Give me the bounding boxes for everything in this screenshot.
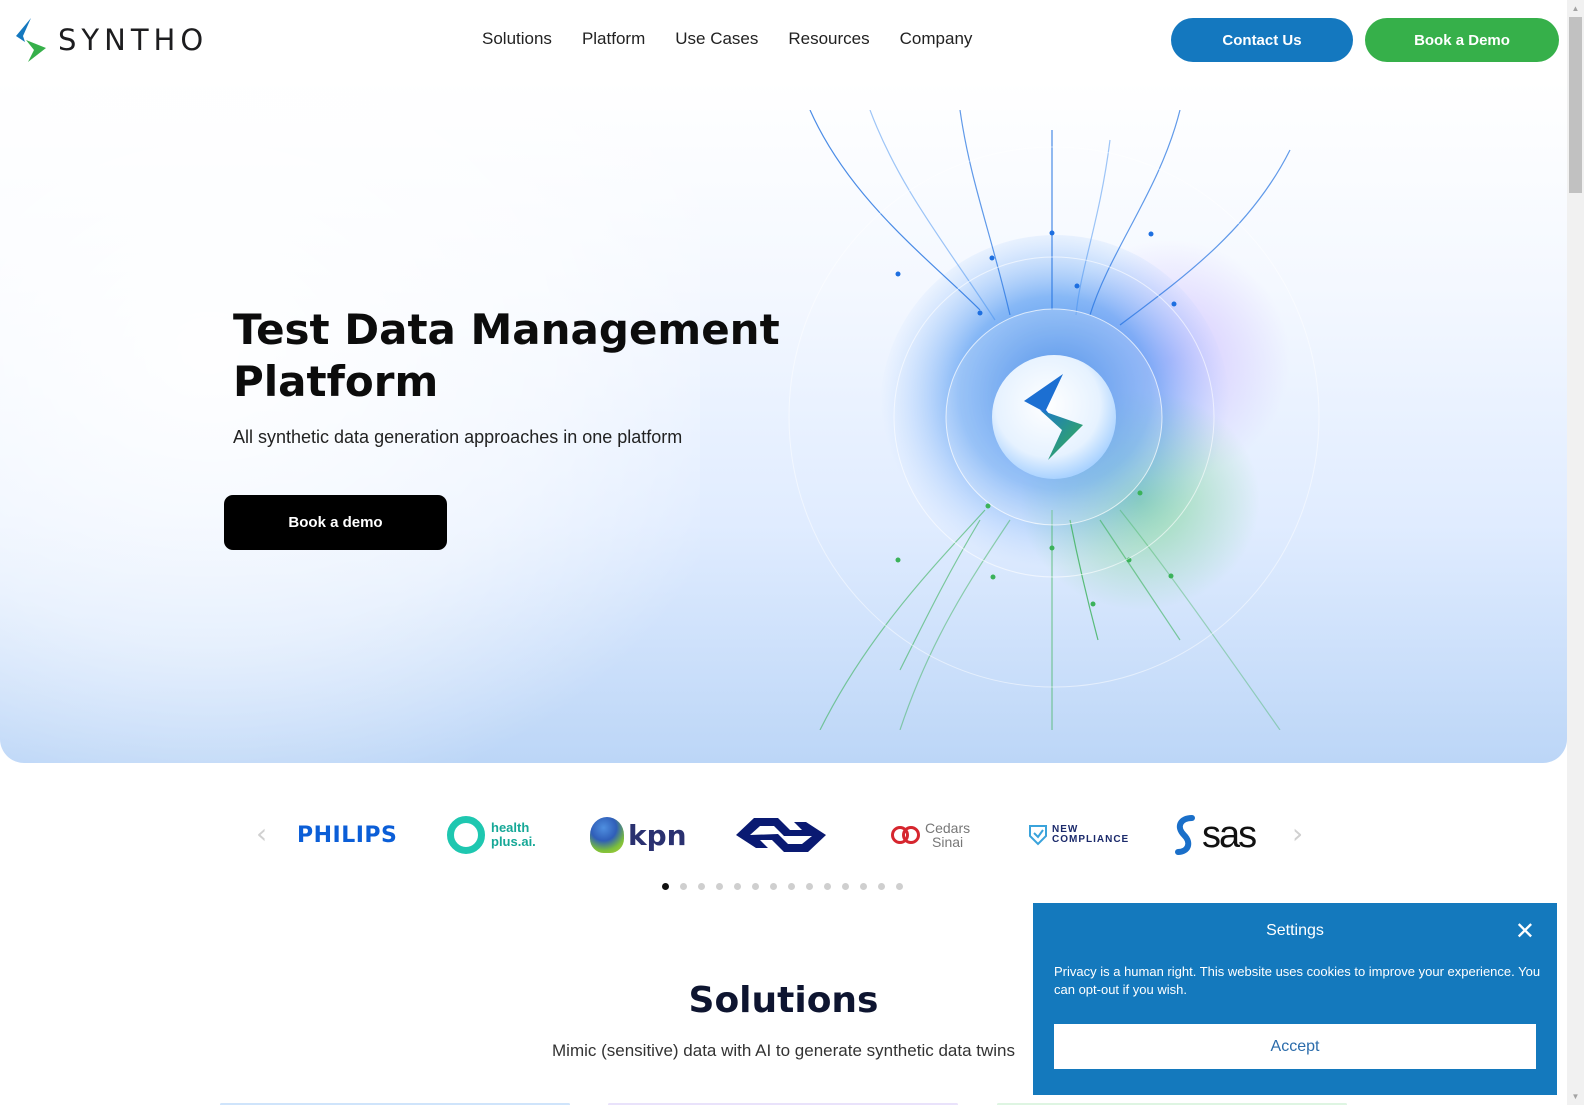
carousel-dot[interactable] — [824, 883, 831, 890]
carousel-pagination — [662, 883, 903, 890]
client-logo-philips[interactable]: PHILIPS — [297, 805, 397, 865]
hero-subtitle: All synthetic data generation approaches… — [233, 427, 683, 447]
carousel-dot[interactable] — [842, 883, 849, 890]
carousel-dot[interactable] — [698, 883, 705, 890]
accept-cookies-button[interactable]: Accept — [1054, 1024, 1536, 1069]
client-logo-healthplus[interactable]: health plus.ai. — [447, 805, 536, 865]
cookie-message: Privacy is a human right. This website u… — [1054, 964, 1541, 997]
cedars-text: Cedars Sinai — [925, 821, 970, 849]
syntho-logo[interactable]: SYNTHO — [14, 16, 208, 64]
carousel-dot[interactable] — [662, 883, 669, 890]
carousel-dot[interactable] — [806, 883, 813, 890]
carousel-dot[interactable] — [788, 883, 795, 890]
healthplus-text: health plus.ai. — [491, 821, 536, 849]
carousel-dot[interactable] — [770, 883, 777, 890]
kpn-wordmark: kpn — [628, 818, 687, 852]
carousel-dot[interactable] — [716, 883, 723, 890]
nav-item-resources[interactable]: Resources — [788, 29, 869, 49]
nav-item-company[interactable]: Company — [900, 29, 973, 49]
kpn-crown-icon — [590, 817, 624, 853]
carousel-dot[interactable] — [752, 883, 759, 890]
cedars-line2: Sinai — [932, 834, 964, 850]
new-compliance-line2: COMPLIANCE — [1052, 834, 1130, 845]
contact-us-button[interactable]: Contact Us — [1171, 18, 1353, 62]
nav-item-platform[interactable]: Platform — [582, 29, 645, 49]
carousel-next-button[interactable]: › — [1292, 817, 1303, 850]
nav-item-solutions[interactable]: Solutions — [482, 29, 552, 49]
client-logo-new-compliance[interactable]: NEW COMPLIANCE — [1028, 805, 1129, 865]
carousel-dot[interactable] — [860, 883, 867, 890]
carousel-dot[interactable] — [896, 883, 903, 890]
hero-title: Test Data Management Platform — [233, 305, 780, 406]
cookie-title: Settings — [1266, 922, 1324, 939]
nav-item-use-cases[interactable]: Use Cases — [675, 29, 758, 49]
client-logo-cedars-sinai[interactable]: Cedars Sinai — [891, 805, 970, 865]
syntho-mark-icon — [16, 18, 46, 62]
scroll-up-arrow-icon[interactable]: ▲ — [1567, 0, 1584, 17]
cookie-settings-panel: Settings ✕ Privacy is a human right. Thi… — [1033, 903, 1557, 1095]
page-scrollbar[interactable]: ▲ ▼ — [1567, 0, 1584, 1105]
healthplus-line2: plus.ai. — [491, 834, 536, 849]
hero-section: Test Data Management Platform All synthe… — [0, 80, 1567, 763]
healthplus-line1: health — [491, 820, 530, 835]
carousel-dot[interactable] — [878, 883, 885, 890]
close-icon[interactable]: ✕ — [1515, 917, 1535, 945]
client-logo-sas[interactable]: sas — [1172, 805, 1257, 865]
new-compliance-text: NEW COMPLIANCE — [1052, 825, 1129, 845]
carousel-prev-button[interactable]: ‹ — [256, 817, 267, 850]
main-nav: Solutions Platform Use Cases Resources C… — [482, 29, 1002, 49]
scrollbar-thumb[interactable] — [1569, 17, 1582, 193]
carousel-dot[interactable] — [734, 883, 741, 890]
book-demo-button[interactable]: Book a Demo — [1365, 18, 1559, 62]
sas-wordmark: sas — [1202, 814, 1257, 856]
ns-logo-icon — [736, 818, 826, 852]
hero-book-demo-button[interactable]: Book a demo — [224, 495, 447, 550]
philips-wordmark: PHILIPS — [297, 822, 398, 848]
logo-wordmark: SYNTHO — [58, 23, 209, 57]
client-logo-kpn[interactable]: kpn — [590, 805, 687, 865]
client-logo-carousel: ‹ PHILIPS health plus.ai. kpn Cedars Sin… — [250, 805, 1310, 865]
site-header: SYNTHO Solutions Platform Use Cases Reso… — [0, 0, 1567, 80]
syntho-orb-icon — [788, 110, 1320, 730]
sas-swirl-icon — [1175, 815, 1195, 855]
healthplus-ring-icon — [447, 816, 485, 854]
cedars-rings-icon — [891, 824, 921, 846]
cedars-line1: Cedars — [925, 820, 971, 836]
carousel-dot[interactable] — [680, 883, 687, 890]
client-logo-ns[interactable] — [734, 805, 828, 865]
shield-check-icon — [1029, 825, 1047, 846]
scroll-down-arrow-icon[interactable]: ▼ — [1567, 1088, 1584, 1105]
